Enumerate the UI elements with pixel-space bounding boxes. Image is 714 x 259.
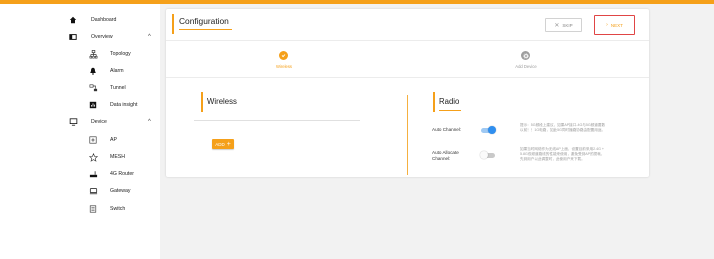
sidebar-item-topology[interactable]: Topology	[64, 46, 160, 62]
router-icon	[88, 169, 98, 179]
chevron-up-icon: ^	[148, 119, 151, 125]
sidebar-item-overview[interactable]: Overview ^	[64, 29, 160, 45]
wireless-divider	[194, 120, 360, 121]
panel-divider	[407, 95, 408, 175]
sidebar-item-label: Tunnel	[110, 85, 126, 91]
sidebar-item-tunnel[interactable]: Tunnel	[64, 80, 160, 96]
step-label: Wireless	[275, 64, 293, 69]
header-divider	[166, 40, 649, 41]
sidebar-item-label: Alarm	[110, 68, 124, 74]
sidebar-item-alarm[interactable]: Alarm	[64, 63, 160, 79]
auto-channel-label: Auto Channel:	[432, 127, 462, 132]
close-icon: ✕	[554, 22, 560, 29]
sidebar-item-gateway[interactable]: Gateway	[64, 183, 160, 199]
gear-icon	[521, 51, 530, 60]
mesh-icon	[88, 152, 98, 162]
skip-button[interactable]: ✕ SKIP	[545, 18, 582, 32]
sidebar-item-ap[interactable]: AP	[64, 132, 160, 148]
next-label: NEXT	[610, 22, 623, 28]
radio-accent-bar	[433, 92, 435, 112]
auto-allocate-label: Auto Allocate Channel:	[432, 150, 459, 161]
sidebar-item-device[interactable]: Device ^	[64, 114, 160, 130]
sidebar-item-label: AP	[110, 137, 117, 143]
switch-icon	[88, 204, 98, 214]
ap-icon	[88, 135, 98, 145]
auto-allocate-note: 如果当时网络作为无线AP上面，设置目前采用2.4G + 5.8G双频道路线的性能…	[520, 147, 605, 161]
sidebar-item-mesh[interactable]: MESH	[64, 149, 160, 165]
topology-icon	[88, 49, 98, 59]
toggle-knob	[480, 151, 488, 159]
title-accent-bar	[172, 14, 174, 34]
sidebar-item-label: Gateway	[110, 188, 131, 194]
tunnel-icon	[88, 83, 98, 93]
check-icon	[279, 51, 288, 60]
auto-channel-toggle[interactable]	[481, 126, 496, 134]
wireless-title: Wireless	[207, 97, 237, 106]
add-button[interactable]: ADD +	[212, 139, 234, 149]
radio-title-underline	[439, 110, 461, 111]
add-label: ADD	[215, 141, 225, 147]
auto-allocate-toggle[interactable]	[480, 151, 495, 159]
configuration-card: Configuration ✕ SKIP › NEXT Wireless Add…	[166, 9, 649, 177]
next-button[interactable]: › NEXT	[594, 15, 635, 35]
chevron-right-icon: ›	[606, 22, 608, 28]
chevron-up-icon: ^	[148, 34, 151, 40]
stepper-divider	[166, 77, 649, 78]
sidebar-item-dashboard[interactable]: Dashboard	[64, 12, 160, 28]
wireless-accent-bar	[201, 92, 203, 112]
auto-channel-note: 提示：5G频段上建议，如果AP接口-4G与5G频道要数以前！！1G电路，如此5G…	[520, 123, 606, 132]
sidebar-item-4g-router[interactable]: 4G Router	[64, 166, 160, 182]
data-insight-icon	[88, 100, 98, 110]
sidebar-item-label: MESH	[110, 154, 125, 160]
sidebar-item-label: Device	[91, 119, 107, 125]
sidebar: Dashboard Overview ^ Topology Alarm Tunn…	[64, 4, 161, 259]
sidebar-item-label: Overview	[91, 34, 113, 40]
plus-icon: +	[226, 140, 231, 148]
radio-title: Radio	[439, 97, 460, 106]
gateway-icon	[88, 186, 98, 196]
sidebar-item-label: Dashboard	[91, 17, 117, 23]
monitor-icon	[68, 117, 78, 127]
overview-icon	[68, 32, 78, 42]
skip-label: SKIP	[562, 22, 573, 28]
sidebar-item-label: Data insight	[110, 102, 138, 108]
page-title: Configuration	[179, 16, 229, 26]
step-label: Add Device	[515, 64, 537, 69]
toggle-knob	[488, 126, 496, 134]
sidebar-item-data-insight[interactable]: Data insight	[64, 97, 160, 113]
title-underline	[179, 29, 232, 30]
sidebar-item-label: 4G Router	[110, 171, 134, 177]
home-icon	[68, 15, 78, 25]
sidebar-item-switch[interactable]: Switch	[64, 201, 160, 217]
sidebar-item-label: Topology	[110, 51, 131, 57]
bell-icon	[88, 66, 98, 76]
sidebar-item-label: Switch	[110, 206, 126, 212]
